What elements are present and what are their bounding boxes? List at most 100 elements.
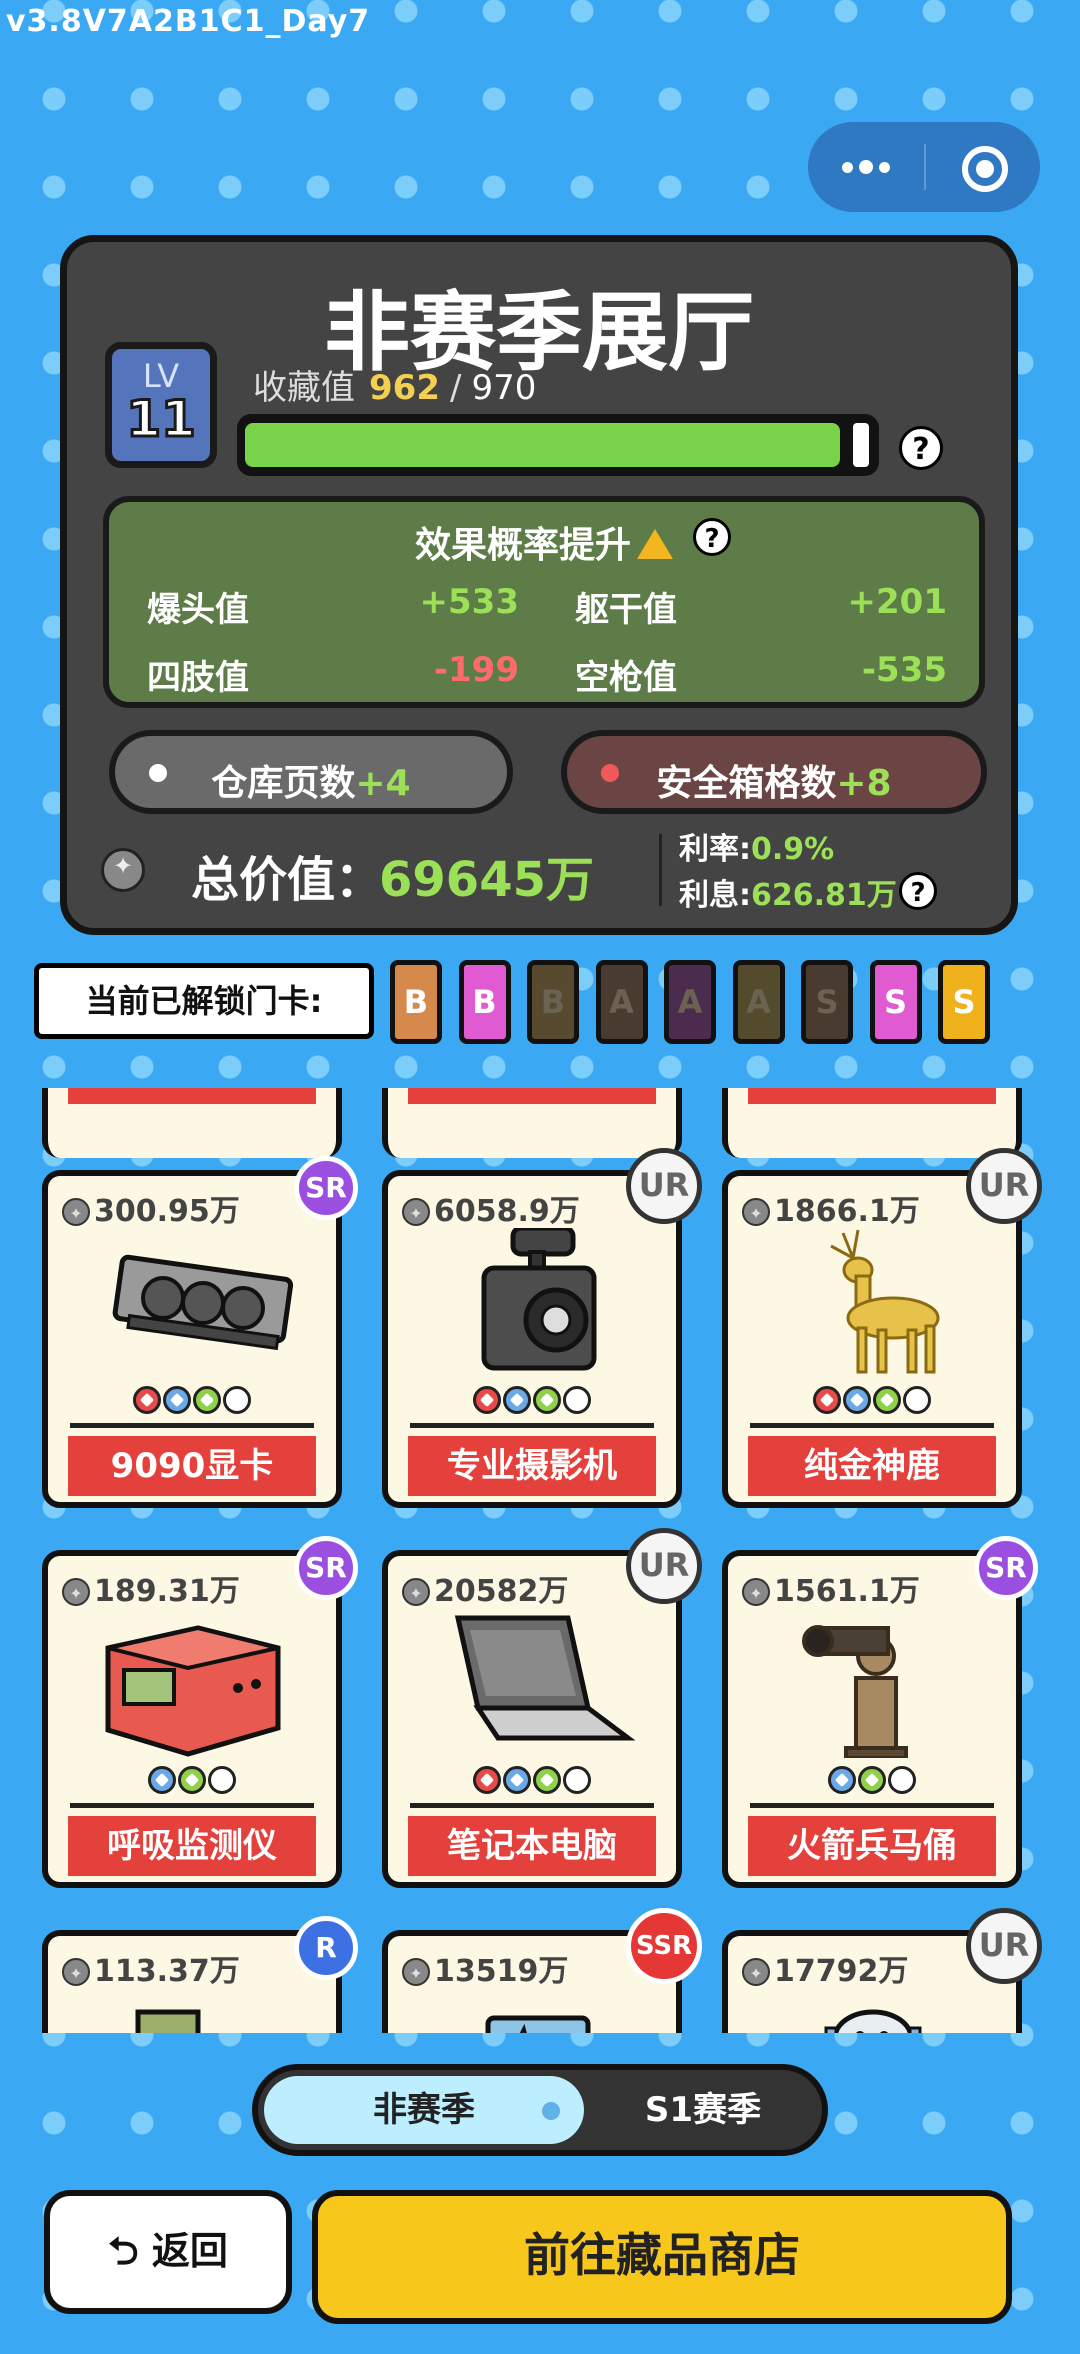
collection-grid[interactable]: 300.95万9090显卡SR6058.9万专业摄影机UR1866.1万纯金神鹿… [0, 1088, 1080, 2033]
interest-help-icon[interactable]: ? [899, 872, 937, 910]
gem-row [48, 1766, 336, 1794]
item-card-partial[interactable] [382, 1088, 682, 1158]
divider [659, 834, 662, 906]
item-price: 17792万 [742, 1946, 908, 1990]
rarity-badge-ur: UR [966, 1908, 1042, 1984]
gem-icon [178, 1766, 206, 1794]
gem-icon [163, 1386, 191, 1414]
interest-rate-value: 0.9% [751, 832, 835, 867]
go-to-shop-button[interactable]: 前往藏品商店 [312, 2190, 1012, 2324]
divider [70, 1803, 314, 1808]
item-card[interactable]: 300.95万 9090显卡 [42, 1170, 342, 1508]
item-card[interactable]: 20582万笔记本电脑 [382, 1550, 682, 1888]
back-button[interactable]: ⮌ 返回 [44, 2190, 292, 2314]
item-name-bar [408, 1088, 656, 1104]
door-card-s: S [869, 960, 922, 1044]
graphics-card-icon [78, 1228, 308, 1378]
total-value: 69645万 [379, 852, 594, 908]
item-card[interactable]: 189.31万呼吸监测仪 [42, 1550, 342, 1888]
gem-icon [503, 1386, 531, 1414]
collection-label: 收藏值 [253, 368, 355, 408]
level-badge: LV 11 [105, 342, 217, 468]
version-label: v3.8V7A2B1C1_Day7 [6, 4, 371, 39]
collection-value: 收藏值 962/970 [253, 360, 536, 409]
rarity-badge-ur: UR [626, 1148, 702, 1224]
stat-label: 四肢值 [147, 658, 249, 698]
item-card[interactable]: 1561.1万火箭兵马俑 [722, 1550, 1022, 1888]
gem-icon [843, 1386, 871, 1414]
coin-icon [101, 848, 145, 892]
divider [410, 1803, 654, 1808]
tag-icon [418, 1988, 648, 2033]
door-card-s: S [938, 960, 990, 1044]
gem-icon [888, 1766, 916, 1794]
close-miniapp-button[interactable] [962, 146, 1008, 192]
item-card[interactable]: 6058.9万专业摄影机 [382, 1170, 682, 1508]
pill-label: 仓库页数 [211, 763, 356, 804]
item-card[interactable]: 1866.1万纯金神鹿 [722, 1170, 1022, 1508]
robot-icon [758, 1988, 988, 2033]
interest-rate-label: 利率: [679, 832, 751, 867]
golden-deer-icon [758, 1228, 988, 1378]
warehouse-pages-pill[interactable]: 仓库页数+4 [109, 730, 513, 814]
collection-help-icon[interactable]: ? [899, 426, 943, 470]
safe-box-slots-pill[interactable]: 安全箱格数+8 [561, 730, 987, 814]
stat-label: 爆头值 [147, 590, 249, 630]
stat-value: -199 [433, 650, 519, 690]
door-card-b: B [390, 960, 442, 1044]
item-card-partial[interactable] [722, 1088, 1022, 1158]
gem-row [728, 1766, 1016, 1794]
gem-icon [533, 1766, 561, 1794]
rarity-badge-sr: SR [294, 1156, 358, 1220]
gem-row [388, 1386, 676, 1414]
breath-monitor-icon [78, 1608, 308, 1758]
gem-icon [828, 1766, 856, 1794]
active-dot-icon [542, 2102, 560, 2120]
door-card-a: A [732, 960, 785, 1044]
collection-separator: / [449, 368, 462, 408]
interest-amount-value: 626.81万 [751, 878, 897, 913]
gem-icon [563, 1386, 591, 1414]
back-arrow-icon: ⮌ [108, 2229, 152, 2273]
rarity-badge-r: R [294, 1916, 358, 1980]
gem-icon [148, 1766, 176, 1794]
stat-value: +201 [847, 582, 947, 622]
rarity-badge-sr: SR [294, 1536, 358, 1600]
rarity-badge-ur: UR [966, 1148, 1042, 1224]
back-label: 返回 [151, 2229, 228, 2273]
effects-title: 效果概率提升 [414, 525, 631, 566]
gem-icon [533, 1386, 561, 1414]
level-number: 11 [125, 390, 198, 448]
item-name: 9090显卡 [68, 1436, 316, 1496]
item-name: 呼吸监测仪 [68, 1816, 316, 1876]
more-menu-button[interactable] [808, 122, 924, 212]
stat-value: -535 [861, 650, 947, 690]
item-card-partial[interactable] [42, 1088, 342, 1158]
divider [410, 1423, 654, 1428]
laptop-icon [418, 1608, 648, 1758]
item-price: 189.31万 [62, 1566, 240, 1610]
item-name-bar [748, 1088, 996, 1104]
effects-help-icon[interactable]: ? [693, 518, 731, 556]
terracotta-warrior-icon [758, 1608, 988, 1760]
item-name: 专业摄影机 [408, 1436, 656, 1496]
rarity-badge-ur: UR [626, 1528, 702, 1604]
item-name: 纯金神鹿 [748, 1436, 996, 1496]
item-price: 113.37万 [62, 1946, 240, 1990]
progress-end-cap [853, 423, 869, 467]
item-price: 13519万 [402, 1946, 568, 1990]
interest-amount: 利息:626.81万 [679, 870, 897, 914]
gem-icon [858, 1766, 886, 1794]
miniapp-capsule [808, 122, 1040, 212]
progress-fill [245, 423, 840, 467]
device-icon [78, 1988, 308, 2033]
warning-triangle-icon [637, 529, 673, 559]
gem-icon [563, 1766, 591, 1794]
tab-s1-season[interactable]: S1赛季 [588, 2076, 818, 2144]
stat-label: 躯干值 [575, 590, 677, 630]
gem-icon [223, 1386, 251, 1414]
pill-value: +4 [355, 763, 411, 804]
door-card-b: B [458, 960, 511, 1044]
tab-off-season[interactable]: 非赛季 [264, 2076, 584, 2144]
collection-max: 970 [471, 368, 537, 408]
